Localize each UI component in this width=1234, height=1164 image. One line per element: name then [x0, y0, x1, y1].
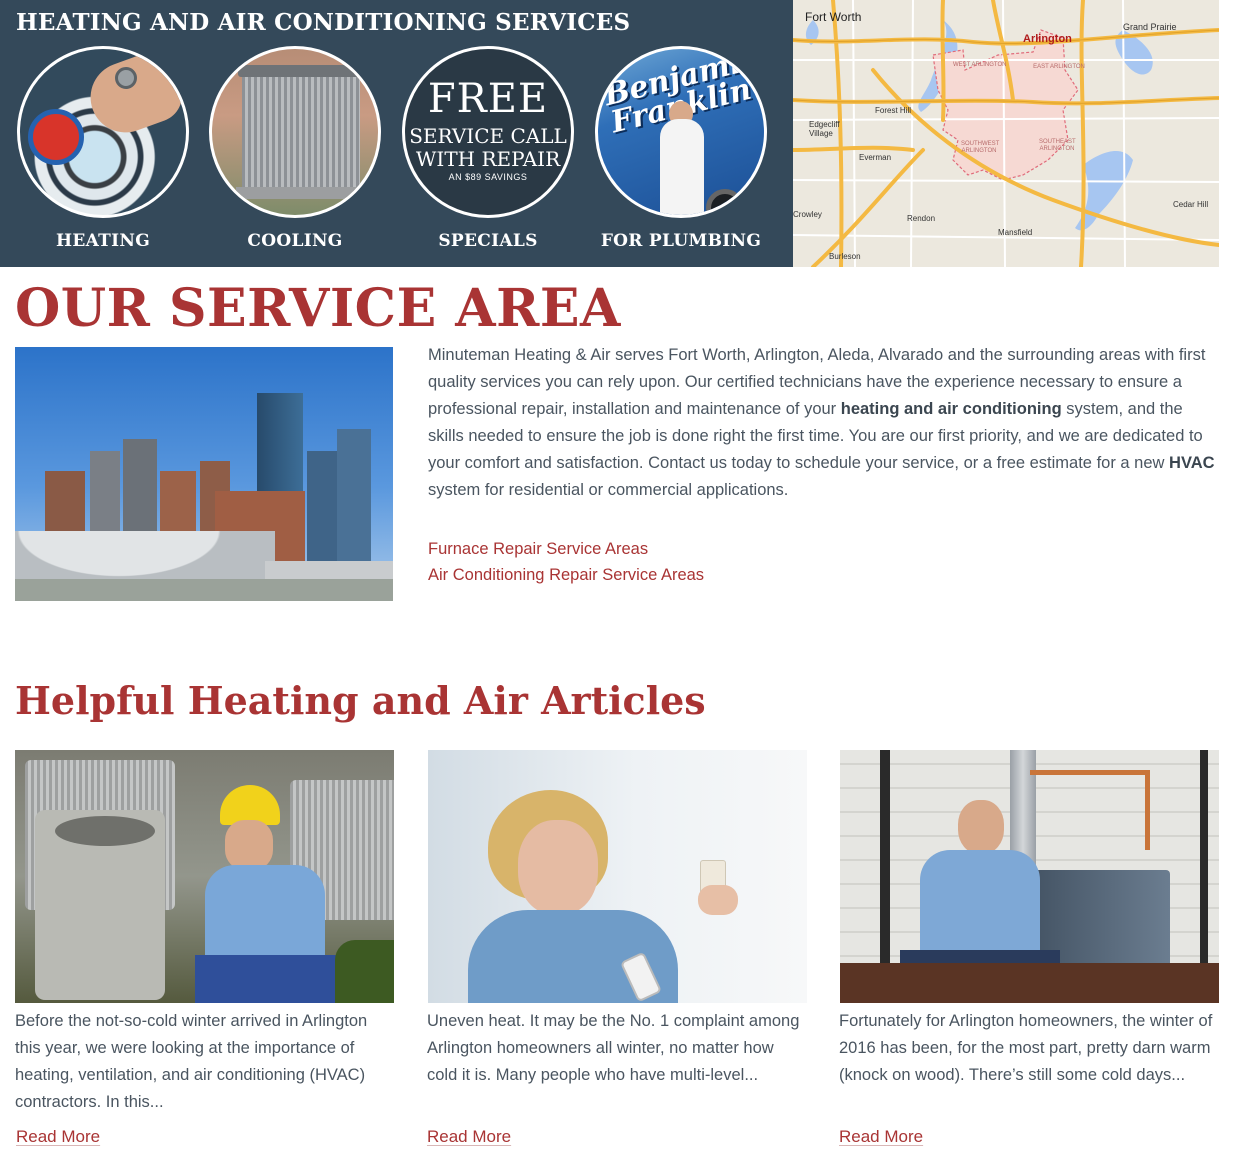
ac-repair-areas-link[interactable]: Air Conditioning Repair Service Areas — [428, 566, 704, 585]
map-label-cedar-hill: Cedar Hill — [1173, 200, 1209, 209]
service-area-description: Minuteman Heating & Air serves Fort Wort… — [428, 342, 1223, 504]
map-graphic — [793, 0, 1219, 267]
description-bold-hvac: HVAC — [1169, 454, 1215, 472]
service-plumbing[interactable]: Benjamin Franklin FOR PLUMBING — [594, 46, 768, 256]
map-label-east-arlington: EAST ARLINGTON — [1033, 64, 1085, 70]
cooling-image[interactable] — [209, 46, 381, 218]
article-1-excerpt: Before the not-so-cold winter arrived in… — [15, 1012, 368, 1111]
service-specials[interactable]: FREE SERVICE CALL WITH REPAIR AN $89 SAV… — [401, 46, 575, 256]
map-label-everman: Everman — [859, 153, 892, 162]
services-banner: HEATING AND AIR CONDITIONING SERVICES HE… — [0, 0, 793, 267]
map-label-forest-hill: Forest Hill — [875, 106, 912, 115]
articles-heading: Helpful Heating and Air Articles — [15, 678, 706, 723]
service-heating[interactable]: HEATING — [16, 46, 190, 256]
article-1-image[interactable] — [15, 750, 394, 1003]
article-2-read-more-link[interactable]: Read More — [427, 1127, 511, 1147]
map-label-arlington: Arlington — [1023, 33, 1072, 45]
fort-worth-skyline-photo — [15, 347, 393, 601]
service-heating-label[interactable]: HEATING — [16, 231, 190, 251]
article-3-read-more-link[interactable]: Read More — [839, 1127, 923, 1147]
article-2-excerpt: Uneven heat. It may be the No. 1 complai… — [427, 1012, 800, 1084]
article-3-excerpt: Fortunately for Arlington homeowners, th… — [839, 1012, 1213, 1084]
map-label-grand-prairie: Grand Prairie — [1123, 22, 1177, 32]
map-label-fort-worth: Fort Worth — [805, 10, 862, 24]
map-label-crowley: Crowley — [793, 210, 822, 219]
service-cooling-label[interactable]: COOLING — [208, 231, 382, 251]
specials-free: FREE — [427, 76, 549, 122]
banner-title: HEATING AND AIR CONDITIONING SERVICES — [16, 9, 631, 36]
service-cooling[interactable]: COOLING — [208, 46, 382, 256]
service-area-map[interactable]: Fort Worth Arlington Grand Prairie Fores… — [793, 0, 1219, 267]
heating-image[interactable] — [17, 46, 189, 218]
article-3-image[interactable] — [840, 750, 1219, 1003]
map-label-rendon: Rendon — [907, 214, 936, 223]
article-2-image[interactable] — [428, 750, 807, 1003]
article-1-read-more-link[interactable]: Read More — [16, 1127, 100, 1147]
map-label-southwest-arlington: SOUTHWEST ARLINGTON — [961, 141, 1000, 154]
furnace-repair-areas-link[interactable]: Furnace Repair Service Areas — [428, 540, 648, 559]
specials-line1: SERVICE CALL — [409, 124, 567, 148]
map-label-southeast-arlington: SOUTHEAST ARLINGTON — [1039, 139, 1076, 152]
map-label-west-arlington: WEST ARLINGTON — [953, 62, 1007, 68]
specials-line2: WITH REPAIR — [415, 147, 561, 171]
map-label-burleson: Burleson — [829, 252, 861, 261]
map-label-edgecliff: Edgecliff Village — [809, 120, 840, 138]
specials-badge[interactable]: FREE SERVICE CALL WITH REPAIR AN $89 SAV… — [402, 46, 574, 218]
plumbing-image[interactable]: Benjamin Franklin — [595, 46, 767, 218]
description-text-3: system for residential or commercial app… — [428, 481, 789, 499]
service-area-heading: OUR SERVICE AREA — [15, 278, 621, 339]
specials-savings: AN $89 SAVINGS — [448, 172, 528, 182]
service-plumbing-label[interactable]: FOR PLUMBING — [594, 231, 768, 251]
map-label-mansfield: Mansfield — [998, 228, 1033, 237]
description-bold-hvac-services: heating and air conditioning — [840, 400, 1062, 418]
service-specials-label[interactable]: SPECIALS — [401, 231, 575, 251]
